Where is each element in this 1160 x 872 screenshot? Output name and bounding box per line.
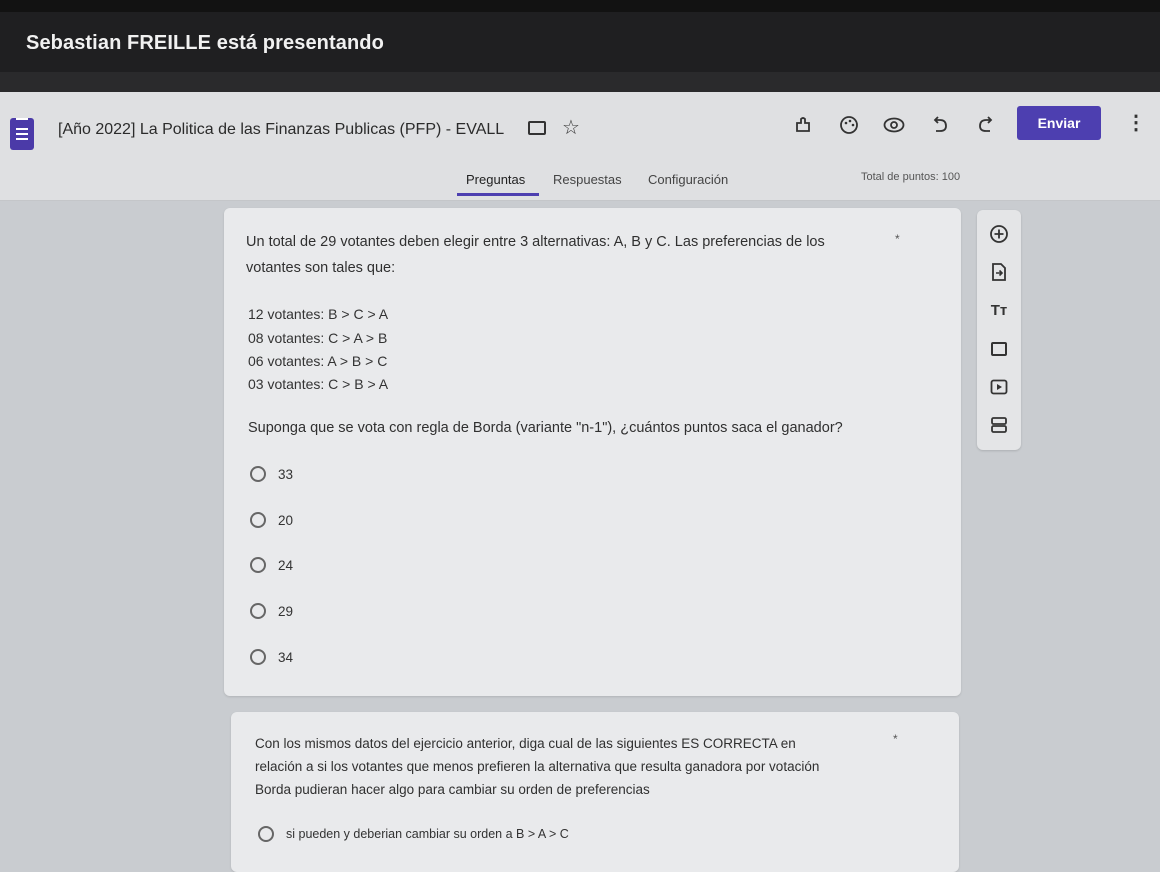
total-points: Total de puntos: 100 <box>861 171 961 183</box>
tab-questions[interactable]: Preguntas <box>466 172 525 187</box>
option-label: 20 <box>278 512 294 528</box>
preview-icon[interactable] <box>880 111 908 139</box>
preference-line: 03 votantes: C > B > A <box>248 376 389 392</box>
radio-button[interactable] <box>250 649 266 665</box>
question1-intro-line1: Un total de 29 votantes deben elegir ent… <box>246 234 825 250</box>
presenter-label: Sebastian FREILLE está presentando <box>26 32 384 54</box>
answer-option[interactable]: 24 <box>250 554 293 576</box>
required-marker: * <box>895 232 900 246</box>
folder-icon[interactable] <box>528 121 546 135</box>
active-tab-indicator <box>457 193 539 196</box>
tab-settings[interactable]: Configuración <box>648 172 728 187</box>
answer-option[interactable]: 34 <box>250 646 293 668</box>
import-question-icon[interactable] <box>985 260 1013 284</box>
redo-icon[interactable] <box>972 111 1000 139</box>
option-label: 29 <box>278 603 294 619</box>
question-card-1[interactable] <box>224 208 961 696</box>
tab-responses[interactable]: Respuestas <box>553 172 622 187</box>
option-label: 24 <box>278 557 294 573</box>
radio-button[interactable] <box>250 557 266 573</box>
question2-line2: relación a si los votantes que menos pre… <box>255 759 820 774</box>
radio-button[interactable] <box>250 466 266 482</box>
answer-option[interactable]: 29 <box>250 600 293 622</box>
answer-option[interactable]: 20 <box>250 509 293 531</box>
add-question-icon[interactable] <box>985 222 1013 246</box>
section-icon[interactable] <box>985 413 1013 437</box>
preference-line: 08 votantes: C > A > B <box>248 330 388 346</box>
option-label: si pueden y deberian cambiar su orden a … <box>286 827 569 841</box>
option-label: 33 <box>278 466 294 482</box>
title-text-icon[interactable]: Tт <box>985 298 1013 322</box>
answer-option[interactable]: si pueden y deberian cambiar su orden a … <box>258 823 569 845</box>
preference-line: 12 votantes: B > C > A <box>248 306 389 322</box>
more-vert-icon[interactable]: ⋮ <box>1126 110 1146 135</box>
image-icon[interactable] <box>985 337 1013 361</box>
question1-intro-line2: votantes son tales que: <box>246 260 396 276</box>
presenter-top-strip <box>0 0 1160 12</box>
send-button[interactable]: Enviar <box>1017 106 1101 140</box>
star-icon[interactable]: ☆ <box>562 115 580 140</box>
answer-option[interactable]: 33 <box>250 463 293 485</box>
question1-prompt: Suponga que se vota con regla de Borda (… <box>248 420 843 436</box>
palette-icon[interactable] <box>835 111 863 139</box>
required-marker: * <box>893 732 898 746</box>
forms-logo-icon[interactable] <box>10 118 34 150</box>
question2-line3: Borda pudieran hacer algo para cambiar s… <box>255 782 650 797</box>
radio-button[interactable] <box>250 512 266 528</box>
option-label: 34 <box>278 649 294 665</box>
question2-line1: Con los mismos datos del ejercicio anter… <box>255 736 796 751</box>
video-icon[interactable] <box>985 375 1013 399</box>
radio-button[interactable] <box>250 603 266 619</box>
radio-button[interactable] <box>258 826 274 842</box>
preference-line: 06 votantes: A > B > C <box>248 353 388 369</box>
document-title[interactable]: [Año 2022] La Politica de las Finanzas P… <box>58 121 504 139</box>
undo-icon[interactable] <box>926 111 954 139</box>
addon-icon[interactable] <box>789 111 817 139</box>
presenter-bottom-strip <box>0 72 1160 92</box>
